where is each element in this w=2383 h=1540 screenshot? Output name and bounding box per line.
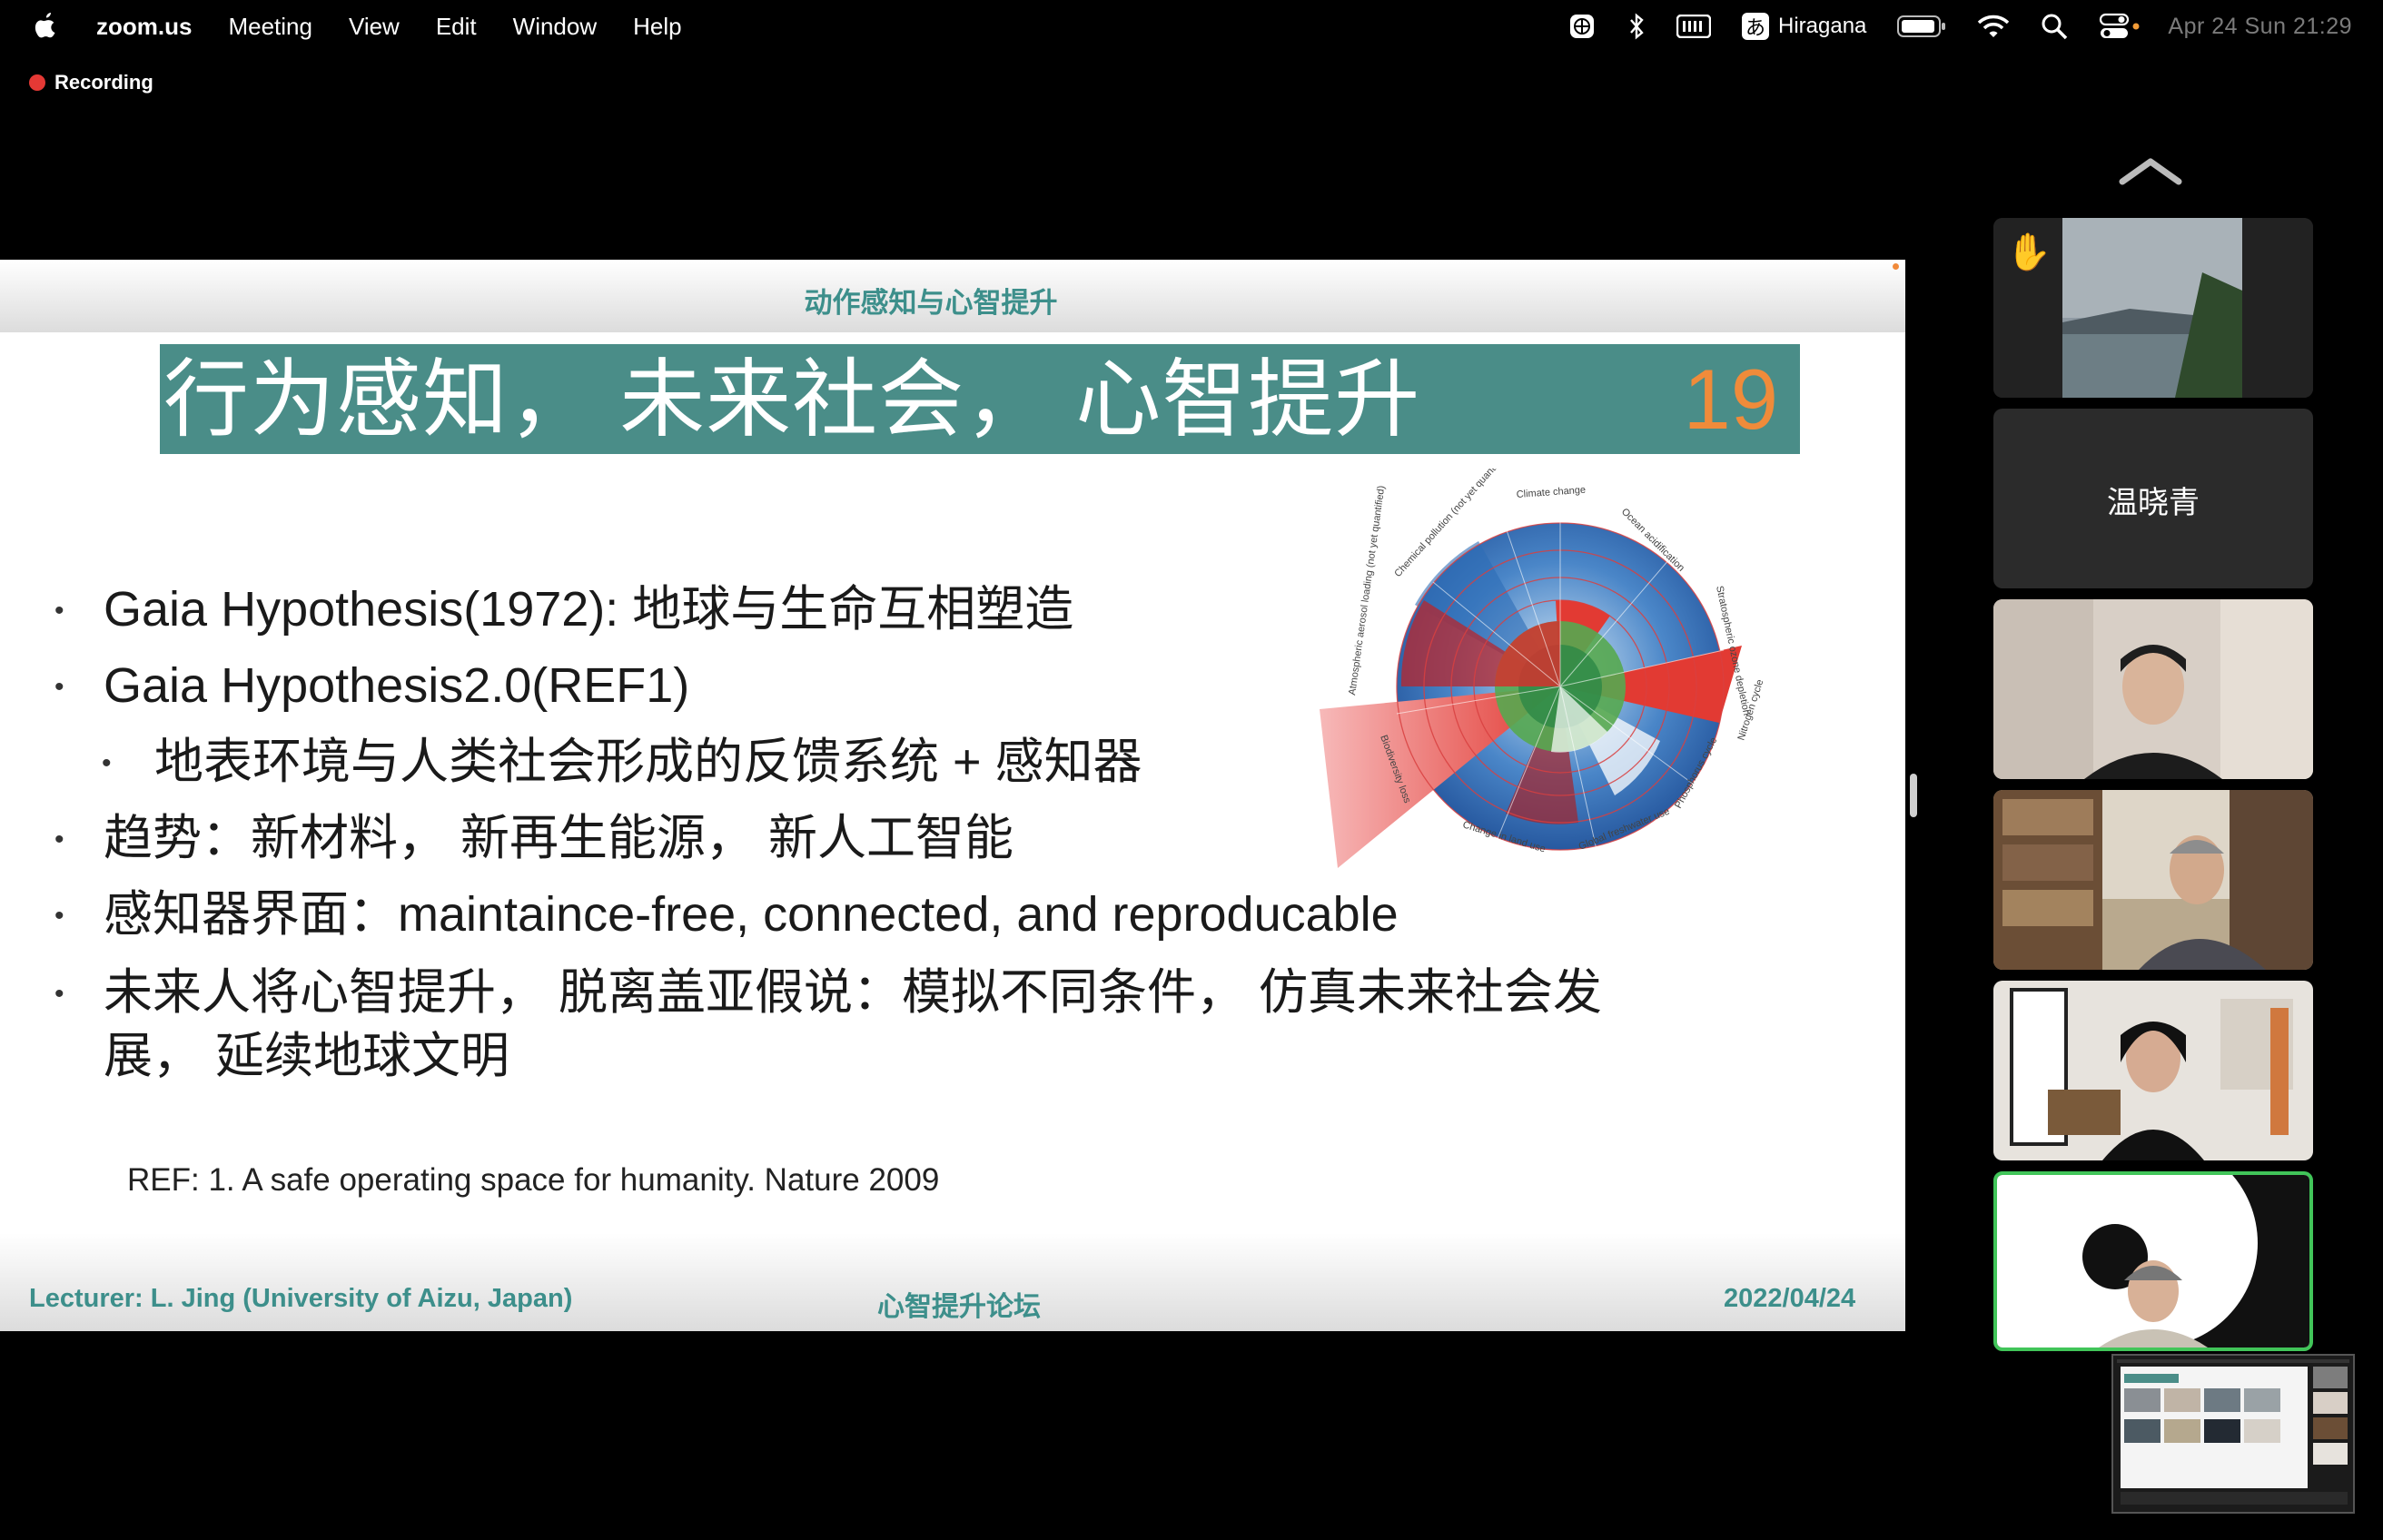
menu-window[interactable]: Window bbox=[513, 13, 597, 41]
diagram-label-climate: Climate change bbox=[1516, 485, 1586, 500]
bullet-item-continued: 展， 延续地球文明 bbox=[104, 1029, 510, 1083]
planetary-boundaries-diagram: Climate change Ocean acidification Strat… bbox=[1320, 469, 1765, 868]
input-method-label: Hiragana bbox=[1778, 14, 1867, 38]
app-menu-zoom[interactable]: zoom.us bbox=[96, 13, 192, 41]
video-feed-person bbox=[1993, 981, 2313, 1160]
bullet-dot-icon: • bbox=[54, 979, 64, 1009]
raised-hand-icon: ✋ bbox=[2006, 232, 2052, 272]
self-view-thumbnail[interactable] bbox=[2111, 1354, 2355, 1514]
menu-clock[interactable]: Apr 24 Sun 21:29 bbox=[2168, 14, 2352, 40]
menu-view[interactable]: View bbox=[349, 13, 400, 41]
wifi-icon[interactable] bbox=[1977, 14, 2010, 39]
participant-tile-video[interactable] bbox=[1993, 981, 2313, 1160]
recording-indicator[interactable]: Recording bbox=[29, 71, 153, 94]
bluetooth-icon[interactable] bbox=[1627, 12, 1646, 41]
bullet-item: 趋势：新材料， 新再生能源， 新人工智能 bbox=[104, 811, 1014, 865]
recording-dot-icon bbox=[29, 74, 45, 91]
bullet-item: 感知器界面：maintaince-free, connected, and re… bbox=[104, 887, 1399, 942]
menu-help[interactable]: Help bbox=[633, 13, 681, 41]
screen-share-preview bbox=[2113, 1356, 2353, 1512]
bullet-item: 未来人将心智提升， 脱离盖亚假说：模拟不同条件， 仿真未来社会发 bbox=[104, 965, 1603, 1020]
corner-dot-icon bbox=[1893, 263, 1899, 270]
participant-tile-video[interactable] bbox=[1993, 599, 2313, 779]
bullet-item: Gaia Hypothesis(1972): 地球与生命互相塑造 bbox=[104, 582, 1074, 637]
hiragana-icon: あ bbox=[1742, 13, 1769, 40]
bullet-item: Gaia Hypothesis2.0(REF1) bbox=[104, 658, 690, 713]
video-feed-person bbox=[1997, 1175, 2309, 1348]
globe-grid-icon[interactable] bbox=[1567, 12, 1597, 41]
participant-tile-active-speaker[interactable] bbox=[1993, 1171, 2313, 1351]
split-view-handle[interactable] bbox=[1910, 774, 1917, 817]
slide-footer: Lecturer: L. Jing (University of Aizu, J… bbox=[0, 1233, 1905, 1331]
participant-name: 温晓青 bbox=[2107, 486, 2200, 520]
slide-header-title: 动作感知与心智提升 bbox=[804, 287, 1058, 319]
menu-bar: zoom.us Meeting View Edit Window Help あ … bbox=[0, 0, 2383, 53]
video-feed-person bbox=[1993, 599, 2313, 779]
gallery-scroll-up-chevron-icon[interactable] bbox=[2119, 154, 2182, 187]
slide-page-number: 19 bbox=[1683, 351, 1778, 447]
bullet-dot-icon: • bbox=[54, 672, 64, 702]
participant-tile-video[interactable] bbox=[1993, 790, 2313, 970]
slide-header: 动作感知与心智提升 bbox=[0, 260, 1905, 332]
slide-footer-forum: 心智提升论坛 bbox=[877, 1292, 1041, 1322]
bullet-dot-icon: • bbox=[54, 901, 64, 931]
slide-footer-lecturer: Lecturer: L. Jing (University of Aizu, J… bbox=[29, 1284, 573, 1313]
participant-tile-landscape[interactable]: ✋ bbox=[1993, 218, 2313, 398]
video-feed-person bbox=[1993, 790, 2313, 970]
menu-meeting[interactable]: Meeting bbox=[228, 13, 312, 41]
bullet-dot-icon: • bbox=[102, 748, 112, 778]
keyboard-icon[interactable] bbox=[1676, 15, 1711, 38]
bullet-dot-icon: • bbox=[54, 824, 64, 854]
search-icon[interactable] bbox=[2041, 13, 2068, 40]
slide-title-bar: 行为感知， 未来社会， 心智提升 19 bbox=[160, 344, 1800, 454]
shared-screen-slide: 动作感知与心智提升 行为感知， 未来社会， 心智提升 19 • Gaia Hyp… bbox=[0, 260, 1905, 1331]
control-center-icon[interactable] bbox=[2099, 13, 2141, 40]
input-method-hiragana[interactable]: あ Hiragana bbox=[1742, 13, 1866, 40]
sub-bullet-item: 地表环境与人类社会形成的反馈系统 + 感知器 bbox=[154, 735, 1142, 789]
diagram-label-aerosol: Atmospheric aerosol loading (not yet qua… bbox=[1347, 485, 1387, 696]
participant-tile-name-only[interactable]: 温晓青 bbox=[1993, 409, 2313, 588]
slide-reference: REF: 1. A safe operating space for human… bbox=[127, 1162, 940, 1198]
menu-edit[interactable]: Edit bbox=[436, 13, 477, 41]
bullet-dot-icon: • bbox=[54, 596, 64, 626]
status-area: あ Hiragana Apr 24 Sun 21:29 bbox=[1567, 0, 2383, 53]
apple-logo-icon[interactable] bbox=[31, 8, 62, 44]
battery-icon[interactable] bbox=[1897, 15, 1946, 38]
recording-label: Recording bbox=[54, 71, 153, 94]
slide-title: 行为感知， 未来社会， 心智提升 bbox=[163, 351, 1421, 447]
slide-footer-date: 2022/04/24 bbox=[1724, 1284, 1856, 1313]
